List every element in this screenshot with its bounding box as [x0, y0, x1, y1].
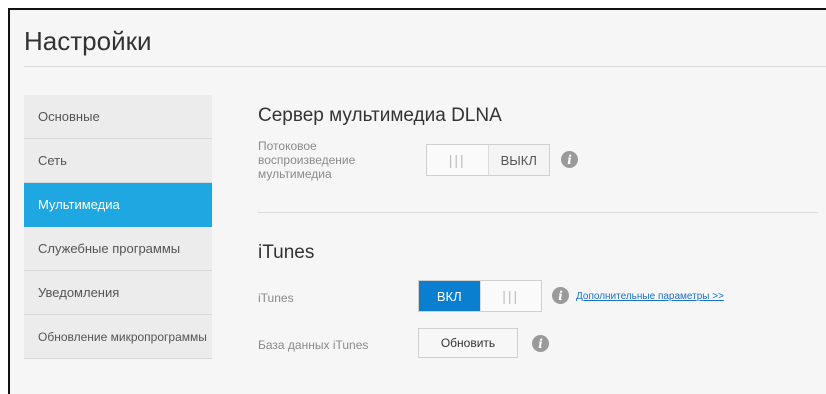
info-icon[interactable]: i — [532, 335, 549, 352]
sidebar-item-utilities[interactable]: Служебные программы — [24, 227, 212, 271]
refresh-button[interactable]: Обновить — [418, 328, 518, 358]
info-icon[interactable]: i — [552, 287, 569, 304]
sidebar-item-general[interactable]: Основные — [24, 95, 212, 139]
advanced-settings-link[interactable]: Дополнительные параметры >> — [576, 291, 724, 302]
sidebar-item-media[interactable]: Мультимедиа — [24, 183, 212, 227]
settings-sidebar: Основные Сеть Мультимедиа Служебные прог… — [24, 95, 212, 359]
itunes-database-label: База данных iTunes — [258, 338, 369, 352]
itunes-toggle[interactable]: ВКЛ ||| — [418, 280, 542, 312]
sidebar-item-notifications[interactable]: Уведомления — [24, 271, 212, 315]
sidebar-item-firmware-update[interactable]: Обновление микропрограммы — [24, 315, 212, 359]
streaming-label-line: воспроизведение — [258, 153, 356, 167]
itunes-label: iTunes — [258, 291, 294, 305]
toggle-grip: ||| — [427, 145, 488, 175]
title-divider — [24, 66, 826, 67]
section-divider — [258, 212, 818, 213]
toggle-on-label: ВКЛ — [419, 281, 480, 311]
info-icon[interactable]: i — [561, 151, 578, 168]
dlna-streaming-toggle[interactable]: ||| ВЫКЛ — [426, 144, 550, 176]
streaming-label-line: мультимедиа — [258, 167, 332, 181]
dlna-section-title: Сервер мультимедиа DLNA — [258, 105, 502, 126]
itunes-section-title: iTunes — [258, 242, 315, 263]
page-title: Настройки — [24, 26, 152, 56]
sidebar-item-network[interactable]: Сеть — [24, 139, 212, 183]
settings-frame: Настройки Основные Сеть Мультимедиа Служ… — [8, 8, 826, 394]
toggle-grip: ||| — [479, 281, 541, 311]
streaming-label-line: Потоковое — [258, 139, 317, 153]
toggle-off-label: ВЫКЛ — [487, 145, 549, 175]
streaming-label: Потоковое воспроизведение мультимедиа — [258, 139, 355, 181]
